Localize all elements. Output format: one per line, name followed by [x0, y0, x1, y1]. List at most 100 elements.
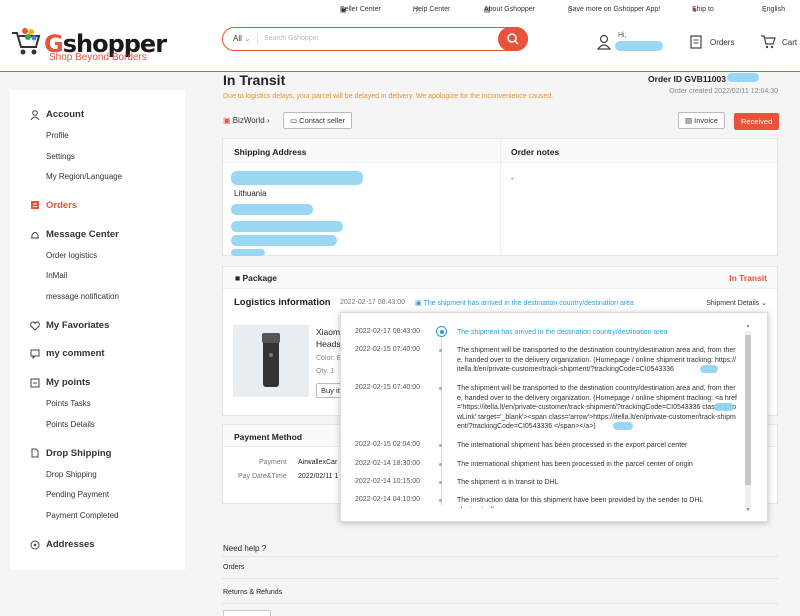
chevron-down-icon: ⌄ [762, 7, 768, 14]
sidebar-item-message-notification[interactable]: message notification [46, 292, 119, 301]
greeting: Hi, [618, 32, 627, 39]
logistics-title: Logistics information [234, 297, 331, 308]
invoice-icon: ▤ [685, 116, 695, 125]
page-title: In Transit [223, 72, 286, 88]
slogan: Shop Beyond Borders [49, 52, 147, 63]
redacted-username [615, 41, 663, 51]
orders-link[interactable]: Orders [710, 38, 734, 47]
order-id: Order ID GVB11003 [648, 74, 726, 84]
event-time: 2022-02-14 04:10:00 [355, 496, 420, 503]
event-time: 2022-02-14 18:30:00 [355, 460, 420, 467]
contact-seller-button[interactable]: ▭ Contact seller [283, 112, 353, 129]
document-icon [31, 448, 39, 458]
header: Gshopper Shop Beyond Borders All ⌄ Searc… [0, 14, 800, 72]
package-icon: ■ [235, 273, 243, 283]
search-scope-dropdown[interactable]: All ⌄ [233, 34, 251, 43]
cart-icon[interactable] [760, 34, 776, 49]
event-desc: The instruction data for this shipment h… [457, 497, 704, 508]
orders-icon [31, 201, 39, 209]
delay-notice: Due to logistics delays, your parcel wil… [223, 93, 554, 100]
scroll-up-icon[interactable]: ▲ [745, 323, 751, 329]
paydate-label: Pay Date&Time [238, 473, 287, 480]
top-bar: ▣ Seller Center ⓘ Help Center ▤ About Gs… [0, 0, 800, 15]
sidebar-item-points-tasks[interactable]: Points Tasks [46, 399, 91, 408]
payment-value: AirwallexCar [298, 459, 338, 466]
sidebar-item-addresses[interactable]: Addresses [46, 539, 95, 550]
cart-logo-icon [12, 28, 41, 55]
received-button[interactable]: Received [734, 113, 780, 130]
sidebar-item-inmail[interactable]: InMail [46, 271, 67, 280]
redacted-tracking-code [714, 403, 734, 411]
sidebar-item-points[interactable]: My points [46, 377, 90, 388]
chevron-right-icon: › [266, 116, 270, 125]
sidebar-item-points-details[interactable]: Points Details [46, 420, 95, 429]
event-desc-clip: The instruction data for this shipment h… [457, 495, 737, 508]
sidebar-item-message-center[interactable]: Message Center [46, 229, 119, 240]
address-card: Shipping Address Order notes Lithuania - [222, 138, 778, 256]
event-time: 2022-02-15 07:40:00 [355, 346, 420, 353]
sidebar-item-account[interactable]: Account [46, 109, 84, 120]
timeline-dot [439, 499, 442, 502]
sidebar-item-pending-payment[interactable]: Pending Payment [46, 490, 109, 499]
more-button[interactable] [223, 610, 271, 616]
product-qty: Qty. 1 [316, 368, 335, 375]
divider [222, 556, 778, 557]
redacted-name [231, 171, 363, 185]
event-time: 2022-02-17 08:43:00 [355, 328, 420, 335]
search-button[interactable] [498, 27, 528, 51]
sidebar-item-favoriates[interactable]: My Favoriates [46, 320, 109, 331]
store-link[interactable]: ▣ BizWorld › [223, 116, 270, 125]
sidebar-item-order-logistics[interactable]: Order logistics [46, 251, 97, 260]
scrollbar[interactable]: ▲ [745, 323, 751, 511]
package-title: ■ Package [235, 273, 277, 283]
sidebar-item-comment[interactable]: my comment [46, 348, 105, 359]
event-desc: The international shipment has been proc… [457, 461, 693, 468]
event-desc: The international shipment has been proc… [457, 442, 688, 449]
bell-icon [31, 232, 39, 239]
shipment-details-popup: 2022-02-17 08:43:00 The shipment has arr… [340, 312, 768, 522]
payment-label: Payment [259, 459, 287, 466]
sidebar-item-drop-shipping[interactable]: Drop Shipping [46, 448, 111, 459]
event-desc: The shipment is in transit to DHL [457, 479, 559, 486]
search-icon [507, 33, 519, 45]
help-orders-link[interactable]: Orders [223, 564, 244, 571]
event-time: 2022-02-15 07:40:00 [355, 384, 420, 391]
sidebar-item-drop-shipping-list[interactable]: Drop Shipping [46, 470, 97, 479]
scrollbar-thumb[interactable] [745, 335, 751, 485]
search-box[interactable]: All ⌄ Search Gshopper [222, 27, 528, 51]
product-image[interactable] [233, 325, 309, 397]
product-name[interactable]: Xiaom [316, 327, 340, 337]
chevron-down-icon: ⌄ [761, 300, 767, 307]
cart-link[interactable]: Cart [782, 38, 797, 47]
timeline-dot [439, 387, 442, 390]
redacted-address [231, 221, 343, 232]
orders-icon[interactable] [690, 34, 702, 49]
event-desc: The shipment will be transported to the … [457, 347, 736, 373]
shipment-details-toggle[interactable]: Shipment Details ⌄ [706, 299, 767, 307]
divider [222, 603, 778, 604]
chevron-down-icon: ⌄ [244, 34, 251, 43]
invoice-button[interactable]: ▤ Invoice [678, 112, 725, 129]
need-help-title: Need help ? [223, 544, 267, 553]
help-returns-link[interactable]: Returns & Refunds [223, 589, 282, 596]
divider [257, 33, 258, 45]
timeline-dot [439, 444, 442, 447]
payment-method-title: Payment Method [234, 432, 303, 442]
sidebar-item-profile[interactable]: Profile [46, 131, 69, 140]
product-color: Color: E [316, 355, 342, 362]
user-icon[interactable] [597, 34, 611, 50]
product-name-line2: Heads [316, 339, 341, 349]
timeline-current-marker [436, 326, 447, 337]
redacted-email [231, 249, 265, 256]
redacted-phone [231, 235, 337, 246]
sidebar-item-payment-completed[interactable]: Payment Completed [46, 511, 118, 520]
sidebar-item-region[interactable]: My Region/Language [46, 172, 122, 181]
sidebar-item-orders[interactable]: Orders [46, 200, 77, 211]
event-desc: The shipment has arrived in the destinat… [457, 329, 668, 336]
divider [500, 139, 501, 255]
shipping-address-title: Shipping Address [234, 147, 307, 157]
sidebar-item-settings[interactable]: Settings [46, 152, 75, 161]
search-input[interactable]: Search Gshopper [264, 35, 319, 42]
scroll-down-icon[interactable]: ▼ [745, 507, 751, 513]
timeline-dot [439, 463, 442, 466]
